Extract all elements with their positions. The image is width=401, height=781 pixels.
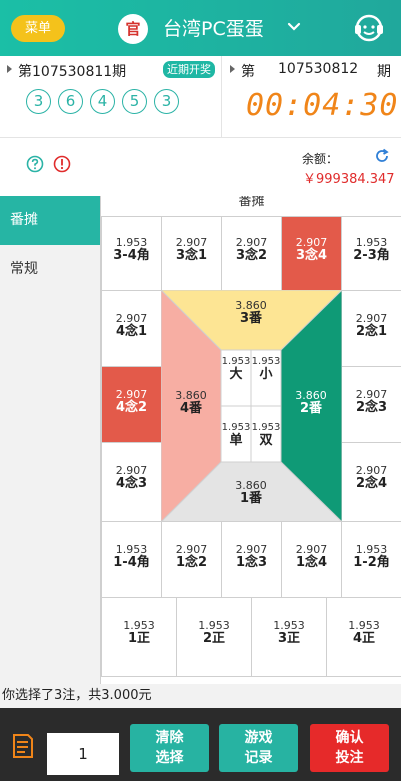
bet-even[interactable]: 1.953 双 [251,422,281,448]
bet-name: 2正 [202,631,226,646]
bet-name: 2-3角 [353,248,390,263]
bet-type-sidebar: 番摊 常规 [0,196,100,684]
balance-value: ￥999384.347 [303,172,395,187]
bet-name: 2念3 [355,400,388,415]
result-ball: 3 [26,89,51,114]
bet-cell-3-4-corner[interactable]: 1.953 3-4角 [101,216,162,291]
bet-name: 1念4 [295,555,328,570]
bet-name: 1念2 [175,555,208,570]
result-ball: 5 [122,89,147,114]
confirm-bet-button[interactable]: 确认 投注 [310,724,389,772]
bet-cell-2-3-corner[interactable]: 1.953 2-3角 [341,216,401,291]
chevron-down-icon[interactable] [287,20,301,34]
bet-name: 4念3 [115,476,148,491]
bet-name: 4正 [352,631,376,646]
triangle-right-icon [230,65,235,73]
previous-draw: 第107530811期 近期开奖 3 6 4 5 3 [0,56,222,138]
bet-small[interactable]: 1.953 小 [251,356,281,382]
bet-name: 小 [259,367,273,382]
bet-cell-1-nian-4[interactable]: 2.907 1念4 [281,521,342,598]
bet-name: 1番 [239,491,263,506]
bet-name: 3正 [277,631,301,646]
bottom-action-bar: 清除 选择 游戏 记录 确认 投注 [0,708,401,781]
triangle-right-icon [7,65,12,73]
bet-slip-icon[interactable] [12,733,34,759]
bet-cell-2-zheng[interactable]: 1.953 2正 [176,597,252,677]
bet-name: 单 [229,433,243,448]
countdown-timer: 00:04:30 [246,88,399,123]
bet-name: 1正 [127,631,151,646]
bet-cell-1-4-corner[interactable]: 1.953 1-4角 [101,521,162,598]
game-title[interactable]: 台湾PC蛋蛋 [163,14,264,44]
bet-name: 1-4角 [113,555,150,570]
bet-name: 2念4 [355,476,388,491]
customer-service-icon[interactable] [353,12,385,44]
bet-cell-4-nian-3[interactable]: 2.907 4念3 [101,442,162,522]
draw-result-balls: 3 6 4 5 3 [26,89,179,114]
info-row: 余额： ￥999384.347 [0,138,401,196]
section-title: 番摊 [238,196,265,209]
bet-cell-1-nian-2[interactable]: 2.907 1念2 [161,521,222,598]
bet-name: 2番 [299,401,323,416]
bet-name: 1-2角 [353,555,390,570]
bet-cell-4-nian-1[interactable]: 2.907 4念1 [101,290,162,367]
bet-name: 3念2 [235,248,268,263]
previous-period-label: 第107530811期 [18,64,127,80]
bet-cell-4-nian-2[interactable]: 2.907 4念2 [101,366,162,443]
result-ball: 4 [90,89,115,114]
next-period-suffix: 期 [377,64,391,80]
help-icon[interactable] [26,155,44,173]
fan-1-label[interactable]: 3.860 1番 [221,480,281,506]
bet-big[interactable]: 1.953 大 [221,356,251,382]
bet-name: 3念1 [175,248,208,263]
selection-summary: 你选择了3注，共3.000元 [0,684,401,708]
bet-name: 大 [229,367,243,382]
bet-name: 4念2 [115,400,148,415]
bet-name: 1念3 [235,555,268,570]
balance-label: 余额： [302,152,339,166]
bet-odd[interactable]: 1.953 单 [221,422,251,448]
bet-cell-3-nian-1[interactable]: 2.907 3念1 [161,216,222,291]
bet-amount-input[interactable] [47,733,119,775]
bet-name: 2念1 [355,324,388,339]
official-logo: 官 [118,14,148,44]
bet-name: 双 [259,433,273,448]
bet-cell-3-nian-2[interactable]: 2.907 3念2 [221,216,282,291]
bet-cell-2-nian-4[interactable]: 2.907 2念4 [341,442,401,522]
clear-selection-button[interactable]: 清除 选择 [130,724,209,772]
bet-cell-1-nian-3[interactable]: 2.907 1念3 [221,521,282,598]
page: 菜单 官 台湾PC蛋蛋 第107530811期 近期开奖 3 6 4 5 3 第… [0,0,401,781]
bet-cell-2-nian-3[interactable]: 2.907 2念3 [341,366,401,443]
refresh-icon[interactable] [374,148,390,164]
app-header: 菜单 官 台湾PC蛋蛋 [0,0,401,56]
bet-name: 4念1 [115,324,148,339]
draw-info-panel: 第107530811期 近期开奖 3 6 4 5 3 第 107530812 期… [0,56,401,138]
sidebar-item-fantan[interactable]: 番摊 [0,196,100,245]
bet-cell-3-zheng[interactable]: 1.953 3正 [251,597,327,677]
bet-cell-1-zheng[interactable]: 1.953 1正 [101,597,177,677]
bet-name: 3念4 [295,248,328,263]
warning-icon[interactable] [53,155,71,173]
fan-4-label[interactable]: 3.860 4番 [163,390,219,416]
sidebar-item-regular[interactable]: 常规 [0,245,100,294]
recent-draws-badge[interactable]: 近期开奖 [163,61,215,78]
bet-name: 3番 [239,311,263,326]
game-record-button[interactable]: 游戏 记录 [219,724,298,772]
bet-cell-1-2-corner[interactable]: 1.953 1-2角 [341,521,401,598]
menu-button[interactable]: 菜单 [11,15,65,42]
bet-cell-2-nian-1[interactable]: 2.907 2念1 [341,290,401,367]
result-ball: 3 [154,89,179,114]
bet-cell-3-nian-4[interactable]: 2.907 3念4 [281,216,342,291]
next-period-prefix: 第 [241,64,255,80]
bet-board: 番摊 1.953 3-4角 2.907 3念1 2.907 3念2 2.907 … [100,196,401,684]
fan-3-label[interactable]: 3.860 3番 [221,300,281,326]
bet-cell-4-zheng[interactable]: 1.953 4正 [326,597,401,677]
bet-name: 3-4角 [113,248,150,263]
fan-2-label[interactable]: 3.860 2番 [283,390,339,416]
next-period-number: 107530812 [278,61,359,77]
bet-name: 4番 [179,401,203,416]
result-ball: 6 [58,89,83,114]
